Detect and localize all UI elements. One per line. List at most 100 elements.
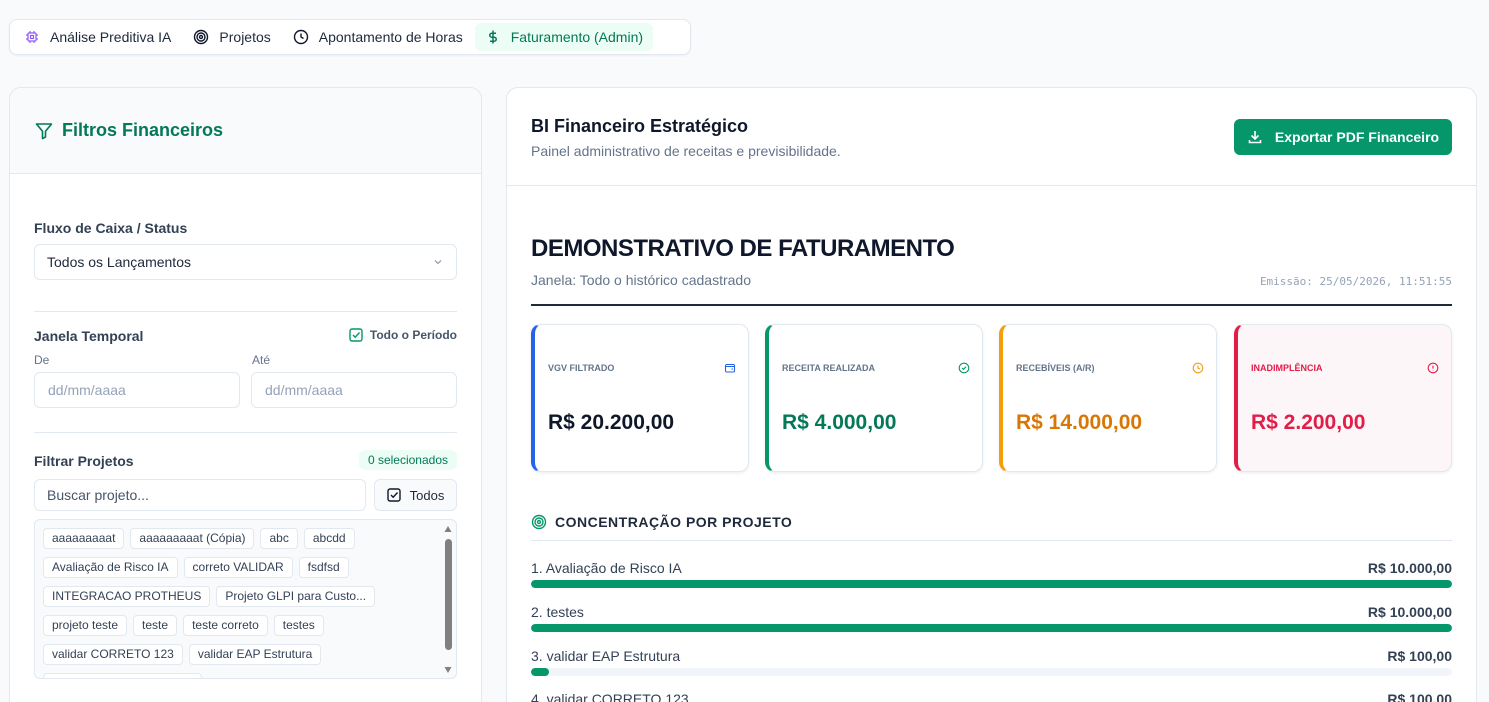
project-bar-fill (531, 624, 1452, 632)
project-tag[interactable]: validar EAP Estrutura (188, 644, 322, 665)
cashflow-selected-value: Todos os Lançamentos (47, 254, 191, 270)
project-bar-track (531, 580, 1452, 588)
project-tag[interactable]: aaaaaaaaat (Cópia) (130, 528, 255, 549)
check-circle-icon (958, 362, 970, 374)
project-value: R$ 100,00 (1387, 691, 1452, 702)
nav-item-time-tracking[interactable]: Apontamento de Horas (283, 23, 473, 51)
project-tag[interactable]: Avaliação de Risco IA (43, 557, 178, 578)
bi-title: BI Financeiro Estratégico (531, 116, 749, 136)
kpi-card-default: INADIMPLÊNCIA R$ 2.200,00 (1234, 324, 1452, 472)
concentration-title: CONCENTRAÇÃO POR PROJETO (555, 514, 793, 530)
from-label: De (34, 353, 50, 367)
project-name: 4. validar CORRETO 123 (531, 691, 689, 702)
project-tags-list[interactable]: aaaaaaaaat aaaaaaaaat (Cópia) abc abcdd Aval… (34, 519, 457, 679)
report-divider (531, 304, 1452, 306)
period-section: Janela Temporal Todo o Período De Até dd… (34, 328, 457, 418)
bi-panel: BI Financeiro Estratégico Painel adminis… (506, 87, 1477, 702)
kpi-card-vgv: VGV FILTRADO R$ 20.200,00 (531, 324, 749, 472)
project-tag[interactable]: Projeto GLPI para Custo... (216, 586, 376, 607)
target-icon (531, 514, 547, 530)
kpi-label: INADIMPLÊNCIA (1251, 363, 1323, 373)
from-date-input[interactable]: dd/mm/aaaa (34, 372, 240, 408)
nav-item-label: Apontamento de Horas (318, 29, 463, 45)
nav-item-predictive-ai[interactable]: Análise Preditiva IA (14, 23, 181, 51)
project-tag[interactable]: abc (260, 528, 298, 549)
report-title: DEMONSTRATIVO DE FATURAMENTO (531, 235, 955, 262)
kpi-value: R$ 4.000,00 (782, 411, 897, 434)
nav-item-label: Análise Preditiva IA (50, 29, 172, 45)
all-period-toggle[interactable]: Todo o Período (349, 328, 457, 342)
concentration-divider (531, 540, 1452, 541)
to-label: Até (252, 353, 271, 367)
project-bar-fill (531, 580, 1452, 588)
check-square-icon (386, 488, 401, 502)
cashflow-label: Fluxo de Caixa / Status (34, 220, 188, 236)
cpu-icon (26, 31, 38, 43)
project-tag[interactable]: testes (273, 615, 324, 636)
kpi-card-realized-revenue: RECEITA REALIZADA R$ 4.000,00 (765, 324, 983, 472)
kpi-value: R$ 2.200,00 (1251, 411, 1366, 434)
select-all-projects-button[interactable]: Todos (374, 479, 457, 511)
concentration-header: CONCENTRAÇÃO POR PROJETO (531, 514, 792, 530)
cashflow-select[interactable]: Todos os Lançamentos (34, 244, 457, 280)
project-value: R$ 100,00 (1387, 648, 1452, 664)
divider (34, 432, 457, 433)
wallet-icon (724, 363, 736, 373)
all-period-label: Todo o Período (369, 328, 457, 342)
projects-filter-label: Filtrar Projetos (34, 453, 134, 469)
clock-icon (1192, 362, 1204, 374)
project-bar-track (531, 668, 1452, 676)
from-date-placeholder: dd/mm/aaaa (48, 382, 126, 398)
bi-header: BI Financeiro Estratégico Painel adminis… (507, 88, 1476, 186)
project-tag[interactable]: aaaaaaaaat (43, 528, 125, 549)
project-tags: aaaaaaaaat aaaaaaaaat (Cópia) abc abcdd Aval… (43, 528, 438, 678)
emission-timestamp: Emissão: 25/05/2026, 11:51:55 (1259, 275, 1452, 288)
chevron-down-icon (434, 260, 442, 265)
target-icon (194, 29, 209, 45)
tags-scrollbar[interactable] (442, 522, 454, 676)
project-tag[interactable]: correto VALIDAR (183, 557, 293, 578)
project-tag[interactable]: abcdd (303, 528, 355, 549)
divider (34, 311, 457, 312)
project-name: 2. testes (531, 604, 584, 620)
project-tag[interactable]: validar CORRETO 123 (43, 644, 183, 665)
dollar-icon (488, 30, 497, 44)
scroll-thumb[interactable] (445, 539, 452, 650)
project-tag[interactable]: projeto teste (43, 615, 128, 636)
bi-subtitle: Painel administrativo de receitas e prev… (531, 143, 841, 159)
checkbox-checked-icon (349, 328, 363, 342)
filters-panel: Filtros Financeiros Fluxo de Caixa / Sta… (9, 87, 482, 702)
project-value: R$ 10.000,00 (1367, 560, 1452, 576)
projects-section: Filtrar Projetos 0 selecionados Buscar p… (34, 450, 457, 680)
project-search-input[interactable]: Buscar projeto... (34, 479, 366, 511)
project-name: 1. Avaliação de Risco IA (531, 560, 682, 576)
to-date-input[interactable]: dd/mm/aaaa (251, 372, 457, 408)
download-icon (1248, 131, 1262, 144)
project-value: R$ 10.000,00 (1367, 604, 1452, 620)
kpi-label: VGV FILTRADO (548, 363, 615, 373)
project-tag[interactable]: fsdfsd (298, 557, 349, 578)
clock-icon (293, 29, 308, 45)
export-pdf-button[interactable]: Exportar PDF Financeiro (1234, 119, 1452, 155)
project-bar-track (531, 624, 1452, 632)
nav-item-billing-admin[interactable]: Faturamento (Admin) (474, 23, 654, 51)
scroll-up-icon[interactable] (444, 525, 452, 533)
project-tag[interactable]: teste correto (183, 615, 268, 636)
select-all-label: Todos (409, 487, 445, 503)
nav-item-label: Faturamento (Admin) (510, 29, 644, 45)
period-label: Janela Temporal (34, 328, 144, 344)
top-nav: Análise Preditiva IA Projetos Apontament… (9, 19, 691, 55)
kpi-card-receivables: RECEBÍVEIS (A/R) R$ 14.000,00 (999, 324, 1217, 472)
to-date-placeholder: dd/mm/aaaa (265, 382, 343, 398)
project-tag[interactable]: validar EAP Estrutura (C... (43, 673, 202, 678)
project-tag[interactable]: teste (133, 615, 178, 636)
scroll-down-icon[interactable] (444, 666, 452, 674)
project-name: 3. validar EAP Estrutura (531, 648, 681, 664)
report-window: Janela: Todo o histórico cadastrado (531, 272, 751, 288)
nav-item-label: Projetos (219, 29, 271, 45)
kpi-value: R$ 20.200,00 (548, 411, 675, 434)
alert-circle-icon (1427, 362, 1439, 374)
project-tag[interactable]: INTEGRACAO PROTHEUS (43, 586, 211, 607)
kpi-label: RECEITA REALIZADA (782, 363, 875, 373)
nav-item-projects[interactable]: Projetos (183, 23, 280, 51)
